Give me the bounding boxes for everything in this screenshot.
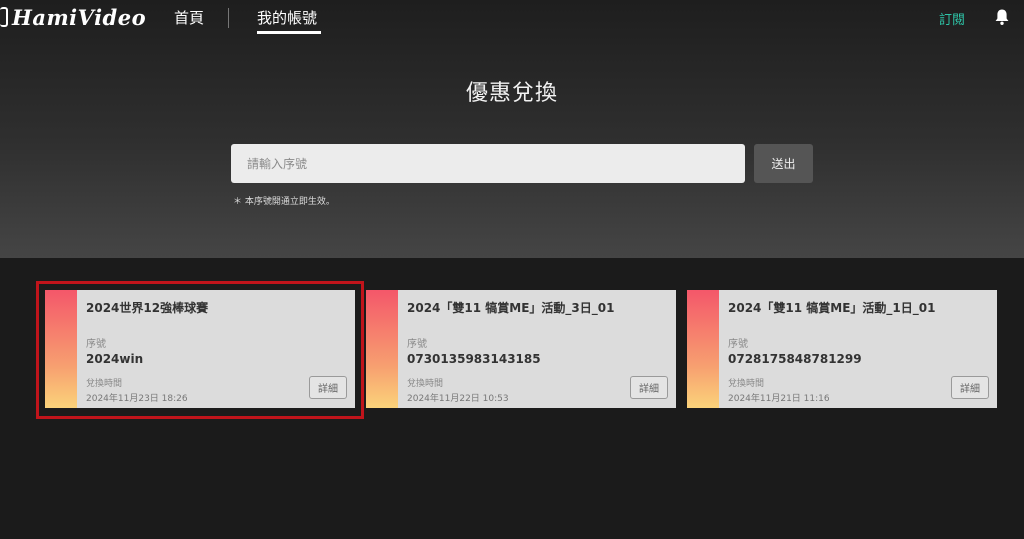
detail-button[interactable]: 詳細 [630, 376, 668, 399]
serial-value: 0728175848781299 [728, 352, 862, 366]
redeem-record-card: 2024世界12強棒球賽 序號 2024win 兌換時間 2024年11月23日… [45, 290, 355, 408]
serial-label: 序號 [728, 339, 748, 350]
detail-button[interactable]: 詳細 [951, 376, 989, 399]
active-nav-indicator [257, 31, 321, 34]
logo-mark-icon [0, 7, 8, 27]
hamivideo-logo[interactable]: HamiVideo [0, 4, 146, 30]
serial-label: 序號 [407, 339, 427, 350]
card-color-stripe [366, 290, 398, 408]
nav-divider [228, 8, 229, 28]
top-navigation-bar: HamiVideo 首頁 我的帳號 訂閱 [0, 0, 1024, 36]
card-body: 2024「雙11 犒賞ME」活動_3日_01 序號 07301359831431… [407, 290, 676, 408]
subscribe-link[interactable]: 訂閱 [939, 9, 965, 28]
submit-button[interactable]: 送出 [754, 144, 813, 183]
redeem-time-label: 兌換時間 [728, 379, 765, 389]
redeem-hero: HamiVideo 首頁 我的帳號 訂閱 優惠兌換 送出 ＊ 本序號開通立即生效… [0, 0, 1024, 258]
card-title: 2024「雙11 犒賞ME」活動_1日_01 [728, 301, 936, 315]
serial-label: 序號 [86, 339, 106, 350]
card-body: 2024「雙11 犒賞ME」活動_1日_01 序號 07281758487812… [728, 290, 997, 408]
serial-input[interactable] [231, 144, 745, 183]
redeem-time-label: 兌換時間 [86, 379, 123, 389]
bell-icon[interactable] [994, 8, 1010, 26]
redeem-time-value: 2024年11月23日 18:26 [86, 394, 188, 404]
redeem-record-card: 2024「雙11 犒賞ME」活動_3日_01 序號 07301359831431… [366, 290, 676, 408]
redeem-time-label: 兌換時間 [407, 379, 444, 389]
redeem-record-card: 2024「雙11 犒賞ME」活動_1日_01 序號 07281758487812… [687, 290, 997, 408]
nav-home[interactable]: 首頁 [174, 7, 204, 28]
page-title: 優惠兌換 [465, 81, 558, 106]
redeem-time-value: 2024年11月22日 10:53 [407, 394, 509, 404]
card-title: 2024世界12強棒球賽 [86, 301, 209, 315]
nav-my-account[interactable]: 我的帳號 [257, 7, 317, 28]
logo-text: HamiVideo [12, 4, 147, 30]
card-color-stripe [45, 290, 77, 408]
card-title: 2024「雙11 犒賞ME」活動_3日_01 [407, 301, 615, 315]
redeem-time-value: 2024年11月21日 11:16 [728, 394, 830, 404]
serial-value: 0730135983143185 [407, 352, 541, 366]
serial-hint: ＊ 本序號開通立即生效。 [233, 197, 335, 207]
detail-button[interactable]: 詳細 [309, 376, 347, 399]
serial-value: 2024win [86, 352, 144, 366]
card-color-stripe [687, 290, 719, 408]
card-body: 2024世界12強棒球賽 序號 2024win 兌換時間 2024年11月23日… [86, 290, 355, 408]
